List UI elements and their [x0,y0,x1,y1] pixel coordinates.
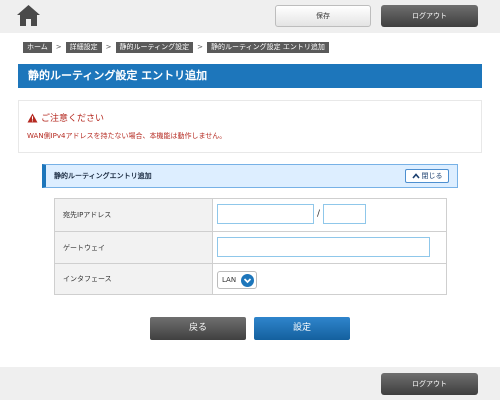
notice-text: WAN側IPv4アドレスを持たない場合、本機能は動作しません。 [27,132,227,140]
close-section-label: 閉じる [421,172,443,180]
breadcrumb-advanced-settings[interactable]: 詳細設定 [65,41,102,53]
destination-ip-label: 宛先IPアドレス [55,199,213,231]
destination-prefix-input[interactable] [323,204,366,224]
notice-box: ご注意ください WAN側IPv4アドレスを持たない場合、本機能は動作しません。 [18,100,482,153]
submit-button[interactable]: 設定 [254,317,350,340]
top-bar: 保存 ログアウト [0,0,500,33]
breadcrumb: ホーム > 詳細設定 > 静的ルーティング設定 > 静的ルーティング設定 エント… [23,41,329,53]
gateway-label: ゲートウェイ [55,232,213,263]
gateway-input[interactable] [217,237,430,257]
interface-select-value: LAN [222,276,237,284]
close-section-button[interactable]: 閉じる [405,169,449,183]
form-row-destination: 宛先IPアドレス / [55,199,446,232]
save-button[interactable]: 保存 [275,5,371,27]
section-title: 静的ルーティングエントリ追加 [54,172,152,180]
chevron-up-icon [411,173,420,179]
breadcrumb-home[interactable]: ホーム [23,41,52,53]
bottom-bar: ログアウト [0,367,500,400]
home-icon[interactable] [16,3,41,28]
destination-ip-input[interactable] [217,204,314,224]
back-button[interactable]: 戻る [150,317,246,340]
notice-title: ご注意ください [41,114,105,124]
form-row-interface: インタフェース LAN [55,264,446,294]
breadcrumb-static-routing[interactable]: 静的ルーティング設定 [115,41,194,53]
interface-label: インタフェース [55,264,213,294]
notice-header: ご注意ください [27,111,104,124]
route-form-table: 宛先IPアドレス / ゲートウェイ インタフェース LAN [54,198,447,295]
section-header: 静的ルーティングエントリ追加 閉じる [42,164,458,188]
logout-button[interactable]: ログアウト [381,5,478,27]
page-title: 静的ルーティング設定 エントリ追加 [18,64,482,88]
breadcrumb-current-page: 静的ルーティング設定 エントリ追加 [207,41,329,53]
breadcrumb-separator: > [55,42,62,51]
slash-separator: / [317,209,321,219]
breadcrumb-separator: > [197,42,204,51]
breadcrumb-separator: > [105,42,112,51]
chevron-down-icon [241,274,254,287]
form-row-gateway: ゲートウェイ [55,232,446,264]
warning-icon [27,113,38,122]
logout-button-bottom[interactable]: ログアウト [381,373,478,395]
interface-select[interactable]: LAN [217,271,257,289]
